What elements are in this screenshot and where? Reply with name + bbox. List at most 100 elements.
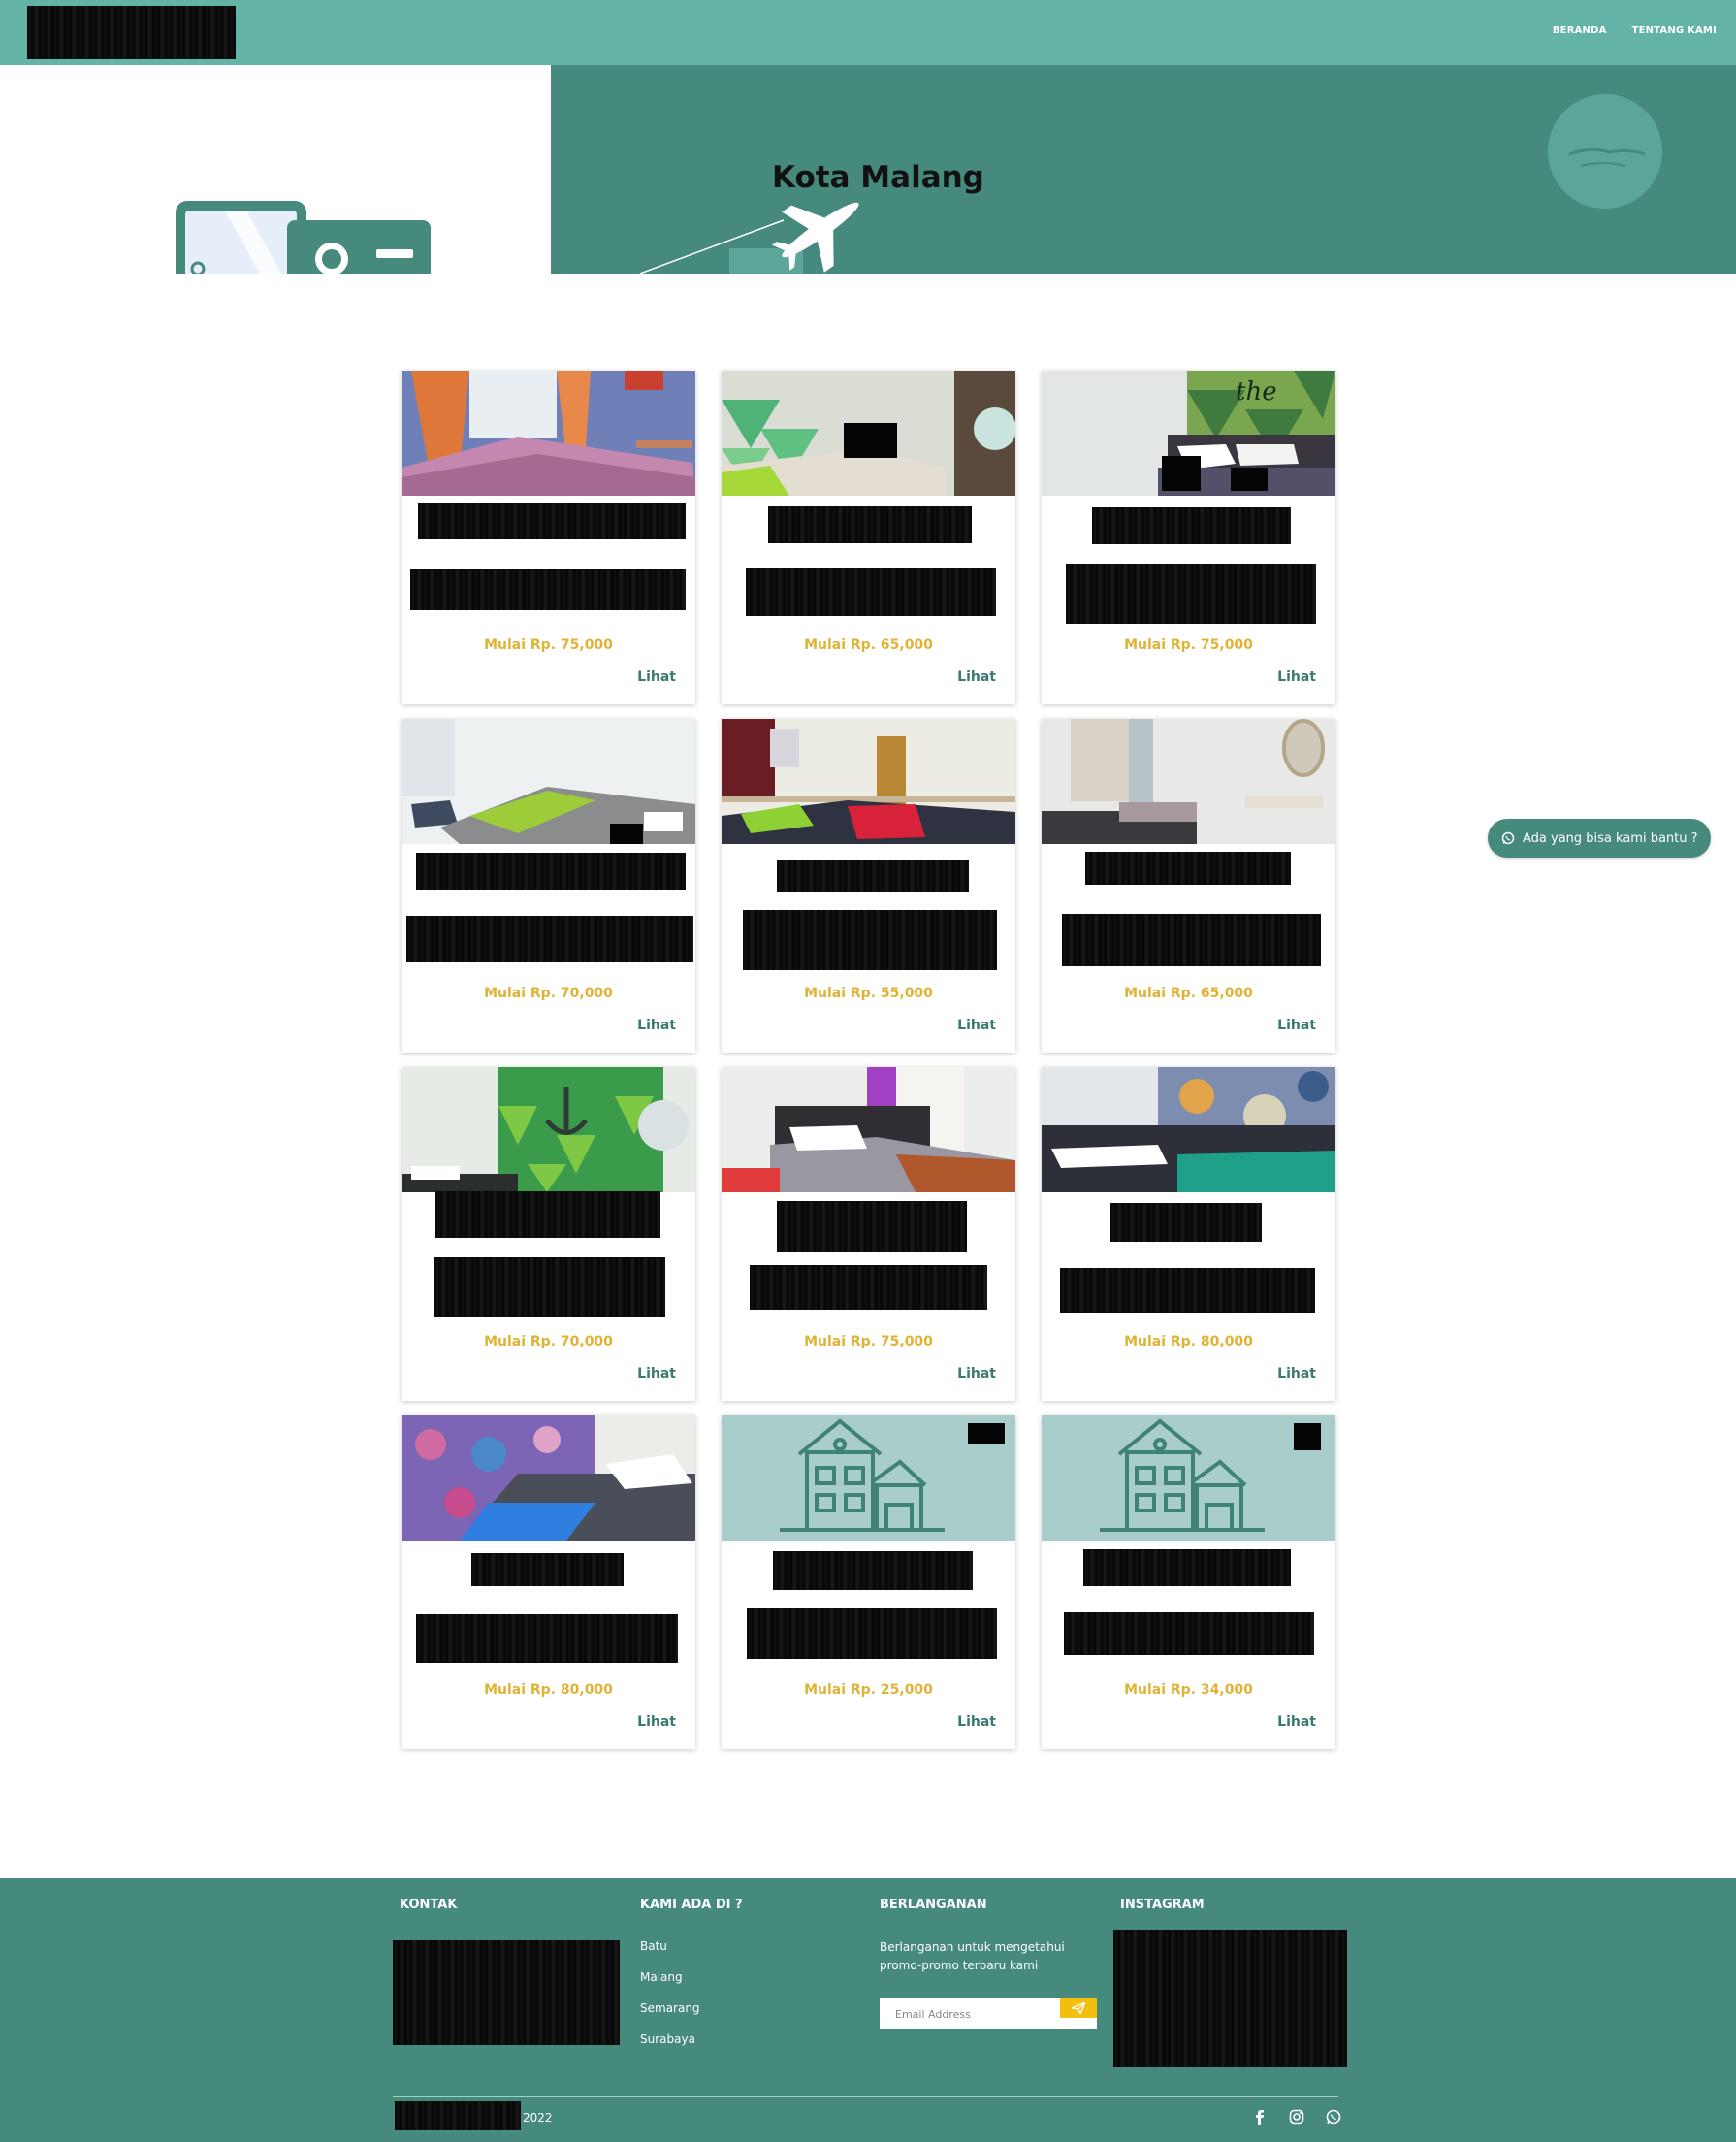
lihat-link[interactable]: Lihat <box>1277 1714 1316 1730</box>
lihat-link[interactable]: Lihat <box>957 1018 996 1033</box>
email-input[interactable] <box>880 1998 1060 2029</box>
listing-price: Mulai Rp. 65,000 <box>804 637 933 653</box>
social-links <box>1251 2108 1342 2126</box>
subscribe-heading: BERLANGANAN <box>880 1898 987 1912</box>
location-link-semarang[interactable]: Semarang <box>640 2001 700 2015</box>
location-link-surabaya[interactable]: Surabaya <box>640 2032 695 2046</box>
site-footer: KONTAK KAMI ADA DI ? Batu Malang Semaran… <box>0 1878 1736 2142</box>
listing-card[interactable]: Mulai Rp. 65,000 Lihat <box>1042 719 1335 1053</box>
listing-price: Mulai Rp. 75,000 <box>484 637 613 653</box>
lihat-link[interactable]: Lihat <box>1277 1018 1316 1033</box>
room-photo[interactable] <box>722 719 1015 844</box>
main-nav: BERANDA TENTANG KAMI <box>1553 25 1717 36</box>
room-photo[interactable] <box>1042 719 1335 844</box>
house-placeholder-icon <box>722 1415 1015 1541</box>
lihat-link[interactable]: Lihat <box>1277 669 1316 685</box>
lihat-link[interactable]: Lihat <box>637 1366 676 1381</box>
moon-decoration <box>1548 94 1662 209</box>
listing-address-redacted <box>410 569 686 610</box>
listing-card[interactable]: Mulai Rp. 75,000 Lihat <box>402 371 695 704</box>
listing-card[interactable]: Mulai Rp. 75,000 Lihat <box>722 1067 1015 1401</box>
listing-name-redacted <box>777 1201 967 1252</box>
hero-illustration-panel <box>0 65 551 274</box>
listing-address-redacted <box>746 568 996 616</box>
listing-card[interactable]: the Mulai Rp. 75,000 Lihat <box>1042 371 1335 704</box>
listing-name-redacted <box>471 1553 624 1586</box>
listing-address-redacted <box>1066 564 1316 624</box>
listing-name-redacted <box>416 853 686 890</box>
listing-card[interactable]: Mulai Rp. 55,000 Lihat <box>722 719 1015 1053</box>
site-logo[interactable] <box>27 6 236 59</box>
listing-name-redacted <box>1110 1203 1262 1242</box>
listing-price: Mulai Rp. 34,000 <box>1124 1682 1253 1698</box>
listing-address-redacted <box>1062 914 1321 966</box>
location-link-malang[interactable]: Malang <box>640 1970 683 1984</box>
whatsapp-icon <box>1501 831 1515 845</box>
lihat-link[interactable]: Lihat <box>637 1018 676 1033</box>
cloud-icon <box>1568 147 1646 167</box>
location-link-batu[interactable]: Batu <box>640 1939 667 1953</box>
whatsapp-icon[interactable] <box>1325 2108 1342 2126</box>
listing-address-redacted <box>747 1608 997 1659</box>
listing-address-redacted <box>406 916 693 962</box>
listing-card[interactable]: Mulai Rp. 65,000 Lihat <box>722 371 1015 704</box>
locations-heading: KAMI ADA DI ? <box>640 1898 743 1912</box>
listing-card[interactable]: Mulai Rp. 80,000 Lihat <box>1042 1067 1335 1401</box>
nav-beranda[interactable]: BERANDA <box>1553 25 1607 36</box>
listing-price: Mulai Rp. 80,000 <box>484 1682 613 1698</box>
listing-address-redacted <box>1064 1612 1314 1655</box>
listing-price: Mulai Rp. 55,000 <box>804 986 933 1001</box>
room-photo[interactable]: the <box>1042 371 1335 496</box>
lihat-link[interactable]: Lihat <box>957 1366 996 1381</box>
instagram-feed-redacted[interactable] <box>1113 1930 1347 2067</box>
room-photo[interactable] <box>402 371 695 496</box>
listing-name-redacted <box>768 506 972 543</box>
lihat-link[interactable]: Lihat <box>957 669 996 685</box>
listing-name-redacted <box>1092 507 1291 544</box>
listing-name-redacted <box>1083 1549 1291 1586</box>
room-photo[interactable] <box>402 1067 695 1192</box>
lihat-link[interactable]: Lihat <box>957 1714 996 1730</box>
listing-price: Mulai Rp. 75,000 <box>1124 637 1253 653</box>
listing-name-redacted <box>777 860 969 892</box>
page-title: Kota Malang <box>772 160 984 195</box>
instagram-heading: INSTAGRAM <box>1120 1898 1205 1912</box>
top-navbar: BERANDA TENTANG KAMI <box>0 0 1736 65</box>
paper-plane-icon <box>1072 2002 1085 2014</box>
listing-name-redacted <box>418 503 686 539</box>
listing-name-redacted <box>773 1551 973 1590</box>
room-photo[interactable] <box>1042 1415 1335 1541</box>
listing-price: Mulai Rp. 70,000 <box>484 986 613 1001</box>
listing-name-redacted <box>435 1191 660 1238</box>
listing-card[interactable]: Mulai Rp. 25,000 Lihat <box>722 1415 1015 1749</box>
subscribe-send-button[interactable] <box>1060 1998 1097 2018</box>
room-photo[interactable] <box>722 371 1015 496</box>
listing-card[interactable]: Mulai Rp. 70,000 Lihat <box>402 1067 695 1401</box>
listing-card[interactable]: Mulai Rp. 80,000 Lihat <box>402 1415 695 1749</box>
room-photo[interactable] <box>402 1415 695 1541</box>
footer-divider <box>393 2096 1338 2097</box>
lihat-link[interactable]: Lihat <box>637 669 676 685</box>
room-photo[interactable] <box>722 1067 1015 1192</box>
listing-address-redacted <box>416 1614 678 1663</box>
subscribe-form <box>880 1998 1097 2029</box>
room-photo[interactable] <box>402 719 695 844</box>
whatsapp-help-button[interactable]: Ada yang bisa kami bantu ? <box>1488 819 1711 858</box>
facebook-icon[interactable] <box>1251 2108 1269 2126</box>
hero-title-panel: Kota Malang <box>551 65 1736 274</box>
kontak-info-redacted <box>393 1940 620 2045</box>
lihat-link[interactable]: Lihat <box>1277 1366 1316 1381</box>
listing-price: Mulai Rp. 80,000 <box>1124 1334 1253 1349</box>
lihat-link[interactable]: Lihat <box>637 1714 676 1730</box>
nav-tentang-kami[interactable]: TENTANG KAMI <box>1632 25 1717 36</box>
room-photo[interactable] <box>722 1415 1015 1541</box>
listing-card[interactable]: Mulai Rp. 34,000 Lihat <box>1042 1415 1335 1749</box>
listing-address-redacted <box>743 910 997 970</box>
house-placeholder-icon <box>1042 1415 1335 1541</box>
listing-price: Mulai Rp. 25,000 <box>804 1682 933 1698</box>
svg-text:the: the <box>1236 377 1277 406</box>
listing-card[interactable]: Mulai Rp. 70,000 Lihat <box>402 719 695 1053</box>
instagram-icon[interactable] <box>1288 2108 1305 2126</box>
help-label: Ada yang bisa kami bantu ? <box>1523 830 1698 846</box>
room-photo[interactable] <box>1042 1067 1335 1192</box>
